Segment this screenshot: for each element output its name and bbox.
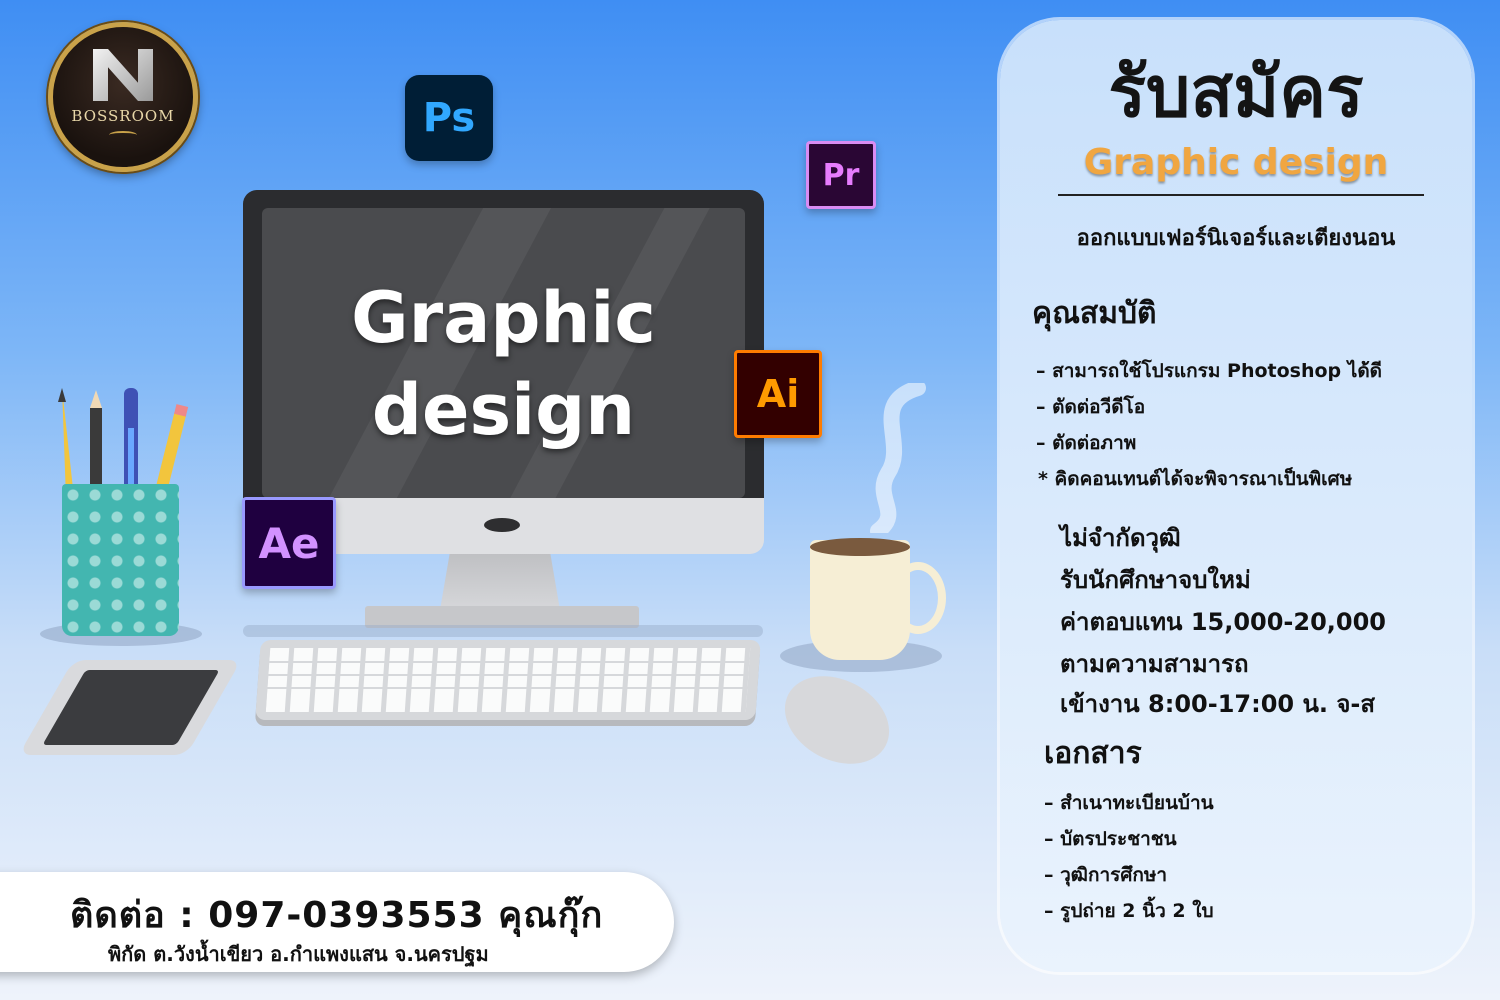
screen-title-line1: Graphic (351, 277, 656, 359)
subheadline: Graphic design (1083, 142, 1389, 183)
logo-ornament (109, 131, 137, 139)
contact-address: พิกัด ต.วังน้ำเขียว อ.กำแพงแสน จ.นครปฐม (108, 942, 489, 966)
coffee-surface (810, 538, 910, 556)
screen-title: Graphic design (262, 272, 745, 456)
company-line: ออกแบบเฟอร์นิเจอร์และเตียงนอน (1076, 226, 1396, 251)
detail-item: รับนักศึกษาจบใหม่ (1060, 566, 1251, 594)
qualification-item: – ตัดต่อวีดีโอ (1036, 396, 1146, 418)
steam-icon (870, 383, 926, 533)
detail-item: ตามความสามารถ (1060, 650, 1249, 678)
qualification-item: – สามารถใช้โปรแกรม Photoshop ได้ดี (1036, 360, 1382, 382)
document-item: – บัตรประชาชน (1044, 828, 1177, 850)
screen-title-line2: design (371, 369, 636, 451)
pen-cup (62, 484, 179, 636)
coffee-mug (810, 540, 910, 660)
detail-item: ค่าตอบแทน 15,000-20,000 (1060, 608, 1387, 636)
document-item: – สำเนาทะเบียนบ้าน (1044, 792, 1214, 814)
keyboard (255, 640, 761, 720)
after-effects-icon: Ae (242, 497, 336, 589)
photoshop-icon: Ps (405, 75, 493, 161)
qualification-item: * คิดคอนเทนต์ได้จะพิจารณาเป็นพิเศษ (1038, 468, 1353, 490)
document-item: – วุฒิการศึกษา (1044, 864, 1168, 886)
detail-item: ไม่จำกัดวุฒิ (1060, 524, 1181, 552)
bossroom-logo: BOSSROOM (48, 22, 198, 172)
documents-title: เอกสาร (1044, 736, 1142, 771)
document-item: – รูปถ่าย 2 นิ้ว 2 ใบ (1044, 900, 1214, 922)
desk-shadow (243, 625, 763, 637)
qualification-item: – ตัดต่อภาพ (1036, 432, 1137, 454)
keyboard-keys (265, 648, 751, 712)
qualifications-title: คุณสมบัติ (1032, 296, 1157, 331)
pencils-illustration (58, 388, 189, 498)
monitor-camera-dot (484, 518, 520, 532)
headline: รับสมัคร (1108, 51, 1364, 133)
logo-text: BOSSROOM (71, 107, 175, 125)
detail-item: เข้างาน 8:00-17:00 น. จ-ส (1060, 690, 1375, 718)
divider (1058, 194, 1424, 196)
computer-mouse (769, 658, 905, 782)
premiere-icon: Pr (806, 141, 876, 209)
contact-phone: ติดต่อ : 097-0393553 คุณกุ๊ก (70, 895, 604, 936)
monitor-stand (440, 554, 560, 610)
illustrator-icon: Ai (734, 350, 822, 438)
logo-n-mark (93, 49, 153, 101)
